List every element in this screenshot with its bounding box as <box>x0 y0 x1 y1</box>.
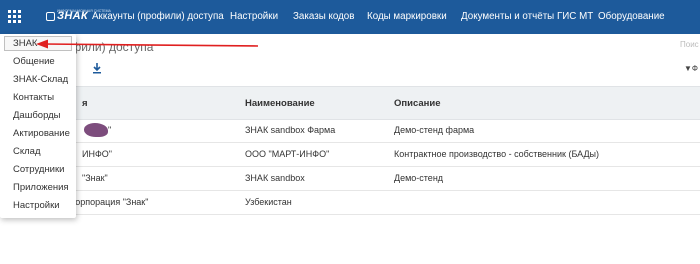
annotation-arrow-icon <box>36 39 259 49</box>
